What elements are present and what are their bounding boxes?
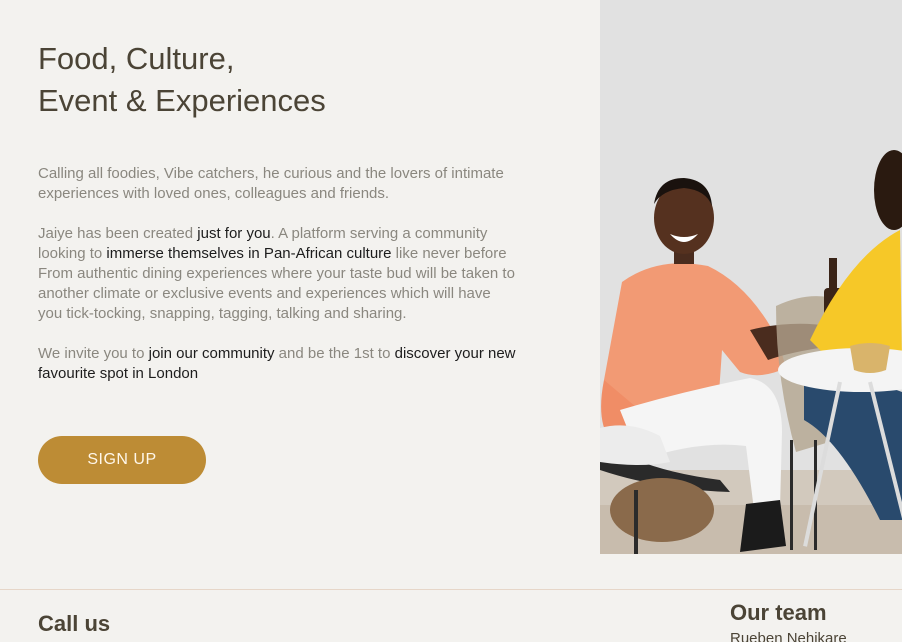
our-team-heading: Our team: [730, 600, 827, 625]
hero-title: Food, Culture, Event & Experiences: [38, 38, 518, 122]
invite-paragraph: We invite you to join our community and …: [38, 344, 518, 384]
invite-highlight-1: join our community: [148, 345, 275, 362]
hero-title-line-2: Event & Experiences: [38, 83, 326, 118]
hero-text: Food, Culture, Event & Experiences Calli…: [38, 38, 518, 384]
call-us-heading: Call us: [38, 611, 111, 636]
invite-text-1: We invite you to: [38, 345, 149, 362]
platform-highlight-2: immerse themselves in Pan-African cultur…: [106, 245, 392, 262]
team-member-name: Rueben Nehikare: [730, 630, 847, 642]
page: Food, Culture, Event & Experiences Calli…: [0, 0, 902, 642]
friends-at-cafe-image: [600, 0, 902, 554]
hero-title-line-1: Food, Culture,: [38, 41, 235, 76]
intro-paragraph: Calling all foodies, Vibe catchers, he c…: [38, 165, 504, 202]
sign-up-button[interactable]: SIGN UP: [38, 436, 206, 484]
platform-text-1: Jaiye has been created: [38, 225, 198, 242]
platform-highlight-1: just for you: [197, 225, 271, 242]
platform-paragraph: Jaiye has been created just for you. A p…: [38, 224, 518, 324]
hero-photo: [600, 0, 902, 554]
invite-text-2: and be the 1st to: [274, 345, 395, 362]
